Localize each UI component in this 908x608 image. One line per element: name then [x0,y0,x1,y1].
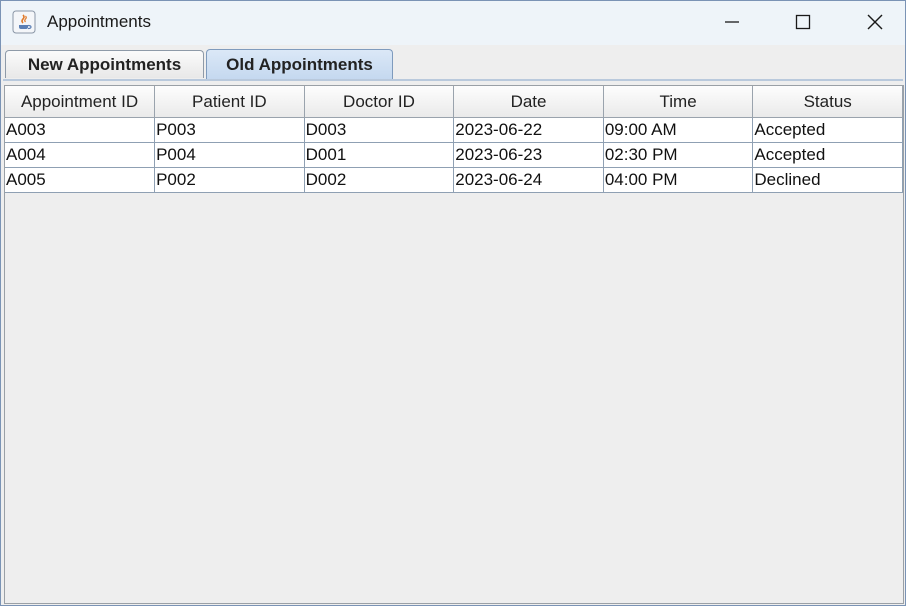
cell-status[interactable]: Accepted [752,117,903,143]
cell-status[interactable]: Accepted [752,142,903,168]
cell-time[interactable]: 02:30 PM [602,142,754,168]
cell-patient-id[interactable]: P004 [154,142,305,168]
close-button[interactable] [852,1,898,43]
tab-divider [3,79,903,81]
cell-status[interactable]: Declined [752,167,903,193]
maximize-icon [795,14,811,30]
cell-appointment-id[interactable]: A005 [5,167,156,193]
table-row[interactable]: A004 P004 D001 2023-06-23 02:30 PM Accep… [5,142,903,168]
cell-doctor-id[interactable]: D002 [303,167,455,193]
cell-date[interactable]: 2023-06-23 [453,142,604,168]
cell-appointment-id[interactable]: A003 [5,117,156,143]
tab-new-appointments[interactable]: New Appointments [5,50,204,78]
cell-date[interactable]: 2023-06-24 [453,167,604,193]
tab-strip: New Appointments Old Appointments [1,45,905,81]
cell-time[interactable]: 09:00 AM [602,117,754,143]
appointments-window: Appointments New Appointments Old Appoin… [0,0,906,606]
close-icon [867,14,883,30]
cell-time[interactable]: 04:00 PM [602,167,754,193]
column-header-patient-id[interactable]: Patient ID [154,86,305,118]
table-row[interactable]: A005 P002 D002 2023-06-24 04:00 PM Decli… [5,167,903,193]
tab-old-appointments[interactable]: Old Appointments [206,49,393,80]
appointments-table: Appointment ID Patient ID Doctor ID Date… [5,86,903,193]
cell-patient-id[interactable]: P002 [154,167,305,193]
cell-doctor-id[interactable]: D003 [303,117,455,143]
column-header-time[interactable]: Time [602,86,754,118]
column-header-status[interactable]: Status [752,86,903,118]
window-title: Appointments [47,12,151,31]
java-coffee-cup-icon [12,10,36,34]
table-row[interactable]: A003 P003 D003 2023-06-22 09:00 AM Accep… [5,117,903,143]
minimize-button[interactable] [709,1,755,43]
cell-date[interactable]: 2023-06-22 [453,117,604,143]
cell-appointment-id[interactable]: A004 [5,142,156,168]
table-header-row: Appointment ID Patient ID Doctor ID Date… [5,86,903,118]
maximize-button[interactable] [780,1,826,43]
appointments-table-panel: Appointment ID Patient ID Doctor ID Date… [4,85,904,604]
title-bar[interactable]: Appointments [1,1,905,45]
column-header-appointment-id[interactable]: Appointment ID [5,86,156,118]
minimize-icon [725,21,739,23]
cell-doctor-id[interactable]: D001 [303,142,455,168]
column-header-date[interactable]: Date [453,86,604,118]
column-header-doctor-id[interactable]: Doctor ID [303,86,455,118]
cell-patient-id[interactable]: P003 [154,117,305,143]
